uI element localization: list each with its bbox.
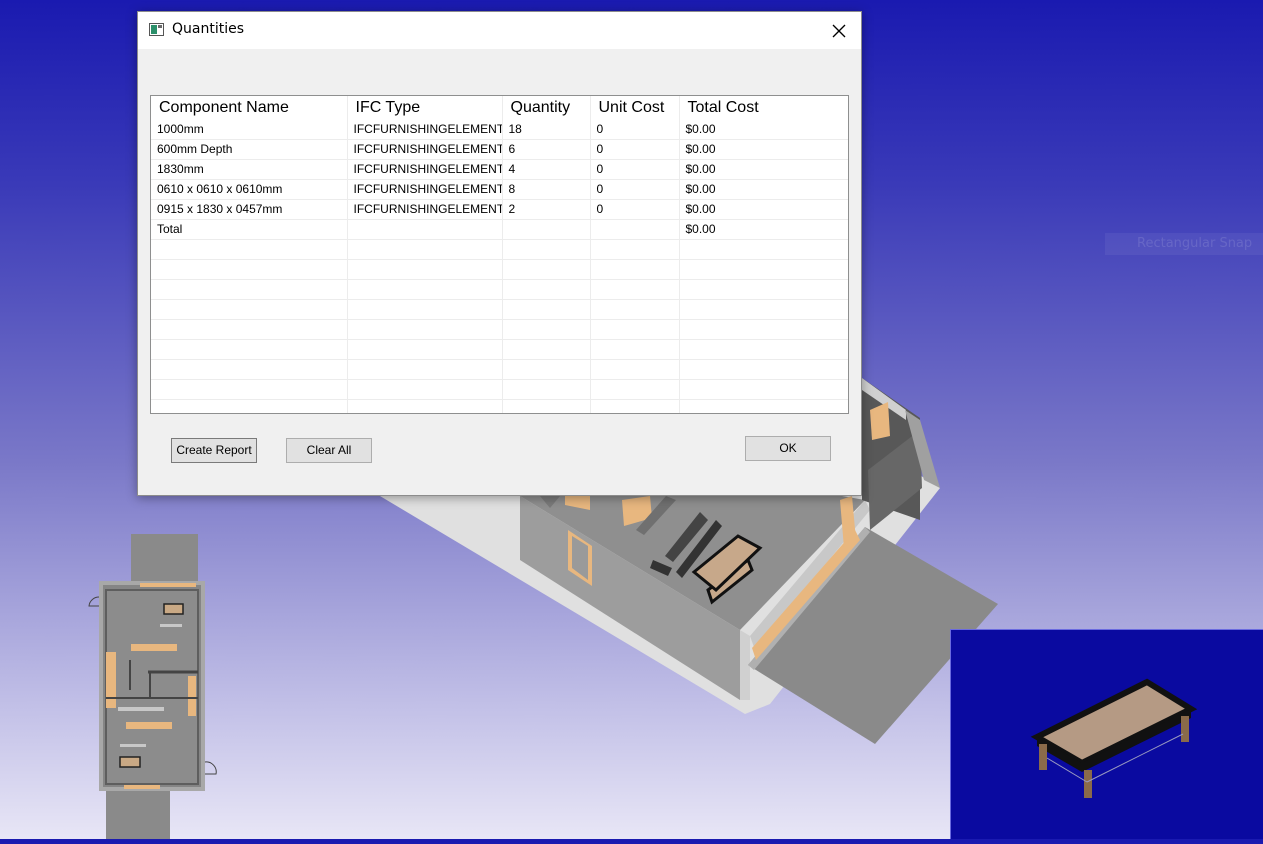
cell-quantity[interactable]: 18 xyxy=(502,120,591,140)
cell-total-cost[interactable]: $0.00 xyxy=(679,139,848,160)
close-icon xyxy=(832,24,846,37)
component-preview-panel[interactable] xyxy=(950,629,1263,839)
empty-row[interactable] xyxy=(151,399,848,413)
cell-total-cost[interactable]: $0.00 xyxy=(679,199,848,220)
cell-unit-cost[interactable]: 0 xyxy=(590,199,680,220)
cell-ifc-type[interactable]: IFCFURNISHINGELEMENT xyxy=(347,159,503,180)
cell-unit-cost[interactable] xyxy=(590,219,680,240)
cell-quantity[interactable]: 2 xyxy=(502,199,591,220)
cell-total-cost[interactable]: $0.00 xyxy=(679,120,848,140)
empty-row[interactable] xyxy=(151,259,848,280)
create-report-button[interactable]: Create Report xyxy=(171,438,257,463)
cell-quantity[interactable]: 8 xyxy=(502,179,591,200)
cell-ifc-type[interactable]: IFCFURNISHINGELEMENT xyxy=(347,120,503,140)
cell-ifc-type[interactable]: IFCFURNISHINGELEMENT xyxy=(347,199,503,220)
column-header-component-name[interactable]: Component Name xyxy=(151,96,348,120)
cell-quantity[interactable]: 6 xyxy=(502,139,591,160)
cell-component-name[interactable]: 600mm Depth xyxy=(151,139,348,160)
close-button[interactable] xyxy=(817,12,861,49)
snap-mode-label: Rectangular Snap xyxy=(1105,233,1263,255)
cell-ifc-type[interactable]: IFCFURNISHINGELEMENT xyxy=(347,139,503,160)
ok-button[interactable]: OK xyxy=(745,436,831,461)
table-row[interactable]: 0610 x 0610 x 0610mm IFCFURNISHINGELEMEN… xyxy=(151,179,848,200)
dialog-title: Quantities xyxy=(172,21,245,37)
cell-component-name[interactable]: 0610 x 0610 x 0610mm xyxy=(151,179,348,200)
cell-ifc-type[interactable] xyxy=(347,219,503,240)
cell-component-name[interactable]: 1000mm xyxy=(151,120,348,140)
empty-row[interactable] xyxy=(151,279,848,300)
cell-unit-cost[interactable]: 0 xyxy=(590,120,680,140)
empty-row[interactable] xyxy=(151,359,848,380)
empty-row[interactable] xyxy=(151,339,848,360)
quantities-dialog[interactable]: Quantities Component Name IFC Type Quant… xyxy=(137,11,862,496)
column-header-ifc-type[interactable]: IFC Type xyxy=(347,96,503,120)
empty-row[interactable] xyxy=(151,379,848,400)
table-row[interactable]: 1830mm IFCFURNISHINGELEMENT 4 0 $0.00 xyxy=(151,159,848,180)
column-header-quantity[interactable]: Quantity xyxy=(502,96,591,120)
table-row[interactable]: 1000mm IFCFURNISHINGELEMENT 18 0 $0.00 xyxy=(151,120,848,140)
cell-total-cost[interactable]: $0.00 xyxy=(679,159,848,180)
table-row[interactable]: 600mm Depth IFCFURNISHINGELEMENT 6 0 $0.… xyxy=(151,139,848,160)
table-header-row: Component Name IFC Type Quantity Unit Co… xyxy=(151,96,848,120)
cell-component-name[interactable]: 1830mm xyxy=(151,159,348,180)
column-header-unit-cost[interactable]: Unit Cost xyxy=(590,96,680,120)
cell-quantity[interactable] xyxy=(502,219,591,240)
empty-row[interactable] xyxy=(151,299,848,320)
column-header-total-cost[interactable]: Total Cost xyxy=(679,96,848,120)
table-total-row[interactable]: Total $0.00 xyxy=(151,219,848,240)
cell-unit-cost[interactable]: 0 xyxy=(590,139,680,160)
window-icon xyxy=(149,23,164,36)
clear-all-button[interactable]: Clear All xyxy=(286,438,372,463)
floor-plan-view[interactable] xyxy=(88,534,217,839)
cell-quantity[interactable]: 4 xyxy=(502,159,591,180)
table-preview-icon xyxy=(1030,678,1198,798)
empty-row[interactable] xyxy=(151,319,848,340)
quantities-table[interactable]: Component Name IFC Type Quantity Unit Co… xyxy=(150,95,849,414)
cell-unit-cost[interactable]: 0 xyxy=(590,179,680,200)
cell-total-cost[interactable]: $0.00 xyxy=(679,219,848,240)
dialog-titlebar[interactable]: Quantities xyxy=(138,12,861,49)
cell-unit-cost[interactable]: 0 xyxy=(590,159,680,180)
table-row[interactable]: 0915 x 1830 x 0457mm IFCFURNISHINGELEMEN… xyxy=(151,199,848,220)
cell-component-name[interactable]: Total xyxy=(151,219,348,240)
cell-ifc-type[interactable]: IFCFURNISHINGELEMENT xyxy=(347,179,503,200)
cell-total-cost[interactable]: $0.00 xyxy=(679,179,848,200)
empty-row[interactable] xyxy=(151,239,848,260)
cell-component-name[interactable]: 0915 x 1830 x 0457mm xyxy=(151,199,348,220)
